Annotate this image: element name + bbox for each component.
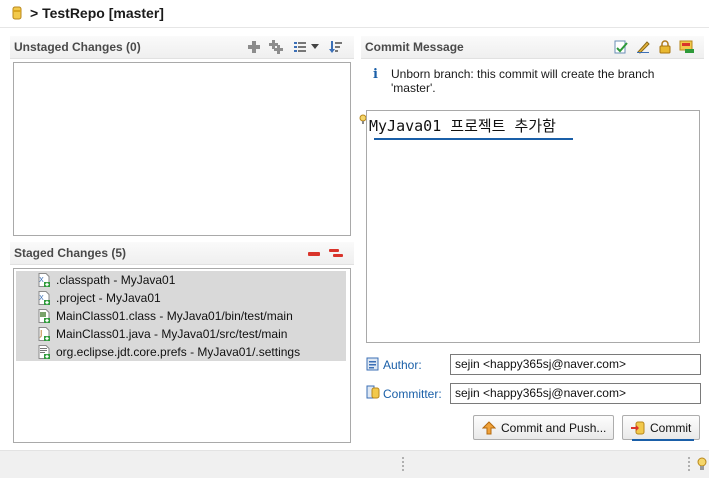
committer-input[interactable]: sejin <happy365sj@naver.com> bbox=[450, 383, 701, 404]
svg-text:X: X bbox=[39, 276, 44, 284]
commit-default-underline bbox=[632, 439, 694, 441]
unstaged-list[interactable] bbox=[13, 62, 351, 236]
repository-title: > TestRepo [master] bbox=[30, 5, 164, 21]
committer-icon bbox=[366, 385, 380, 399]
commit-icon bbox=[631, 421, 645, 434]
push-branch-icon[interactable] bbox=[679, 39, 695, 55]
staged-file-label: MainClass01.class - MyJava01/bin/test/ma… bbox=[56, 309, 293, 323]
staged-file-row[interactable]: org.eclipse.jdt.core.prefs - MyJava01/.s… bbox=[16, 343, 346, 361]
staged-title: Staged Changes (5) bbox=[14, 246, 127, 260]
staged-file-row[interactable]: MainClass01.class - MyJava01/bin/test/ma… bbox=[16, 307, 346, 325]
sign-off-icon[interactable] bbox=[635, 39, 651, 55]
breadcrumb-arrow: > bbox=[30, 5, 39, 21]
title-bar: > TestRepo [master] bbox=[0, 0, 709, 28]
push-arrow-icon bbox=[482, 420, 496, 434]
info-icon: i bbox=[373, 67, 378, 82]
add-to-index-icon[interactable] bbox=[246, 39, 262, 55]
svg-text:J: J bbox=[39, 329, 42, 338]
staged-file-row[interactable]: X .project - MyJava01 bbox=[16, 289, 346, 307]
info-line-2: 'master'. bbox=[391, 81, 436, 95]
author-icon bbox=[366, 357, 380, 371]
author-input[interactable]: sejin <happy365sj@naver.com> bbox=[450, 354, 701, 375]
commit-button[interactable]: Commit bbox=[622, 415, 700, 440]
staged-file-label: .classpath - MyJava01 bbox=[56, 273, 176, 287]
sort-icon[interactable] bbox=[328, 39, 344, 55]
commit-message-input[interactable]: MyJava01 프로젝트 추가함 bbox=[366, 110, 700, 343]
commit-message-underline bbox=[374, 138, 573, 140]
commit-and-push-label: Commit and Push... bbox=[501, 420, 607, 435]
status-separator-2 bbox=[688, 457, 692, 471]
java-file-added-icon: J bbox=[38, 327, 50, 341]
staged-header: Staged Changes (5) bbox=[10, 242, 354, 265]
info-line-1: Unborn branch: this commit will create t… bbox=[391, 67, 655, 81]
staged-file-row[interactable]: J MainClass01.java - MyJava01/src/test/ma… bbox=[16, 325, 346, 343]
class-file-added-icon bbox=[38, 309, 50, 323]
repository-icon bbox=[12, 6, 22, 20]
staged-file-row[interactable]: X .classpath - MyJava01 bbox=[16, 271, 346, 289]
status-separator-1 bbox=[402, 457, 406, 471]
committer-label: Committer: bbox=[383, 387, 442, 401]
remove-from-index-icon[interactable] bbox=[306, 245, 322, 261]
author-label: Author: bbox=[383, 358, 422, 372]
amend-lock-icon[interactable] bbox=[657, 39, 673, 55]
staged-file-label: .project - MyJava01 bbox=[56, 291, 161, 305]
unstaged-title: Unstaged Changes (0) bbox=[14, 40, 141, 54]
xml-file-added-icon: X bbox=[38, 273, 50, 287]
svg-text:X: X bbox=[39, 294, 44, 302]
commit-message-header: Commit Message bbox=[361, 36, 704, 59]
commit-label: Commit bbox=[650, 420, 692, 435]
commit-and-push-button[interactable]: Commit and Push... bbox=[473, 415, 614, 440]
staged-file-label: org.eclipse.jdt.core.prefs - MyJava01/.s… bbox=[56, 345, 301, 359]
repository-name: TestRepo [master] bbox=[42, 5, 164, 21]
commit-message-title: Commit Message bbox=[365, 40, 464, 54]
staged-file-label: MainClass01.java - MyJava01/src/test/mai… bbox=[56, 327, 288, 341]
remove-all-from-index-icon[interactable] bbox=[328, 245, 344, 261]
text-file-added-icon bbox=[38, 345, 50, 359]
unborn-branch-info: Unborn branch: this commit will create t… bbox=[391, 67, 654, 95]
spell-check-icon[interactable] bbox=[613, 39, 629, 55]
lightbulb-icon[interactable] bbox=[697, 457, 707, 472]
presentation-list-icon[interactable] bbox=[292, 39, 308, 55]
staged-list[interactable]: X .classpath - MyJava01 X .project - MyJava… bbox=[13, 268, 351, 443]
unstaged-header: Unstaged Changes (0) bbox=[10, 36, 354, 59]
add-all-to-index-icon[interactable] bbox=[268, 39, 284, 55]
status-bar bbox=[0, 450, 709, 478]
view-menu-chevron-down-icon[interactable] bbox=[310, 39, 320, 55]
xml-file-added-icon: X bbox=[38, 291, 50, 305]
commit-message-text: MyJava01 프로젝트 추가함 bbox=[369, 117, 556, 135]
